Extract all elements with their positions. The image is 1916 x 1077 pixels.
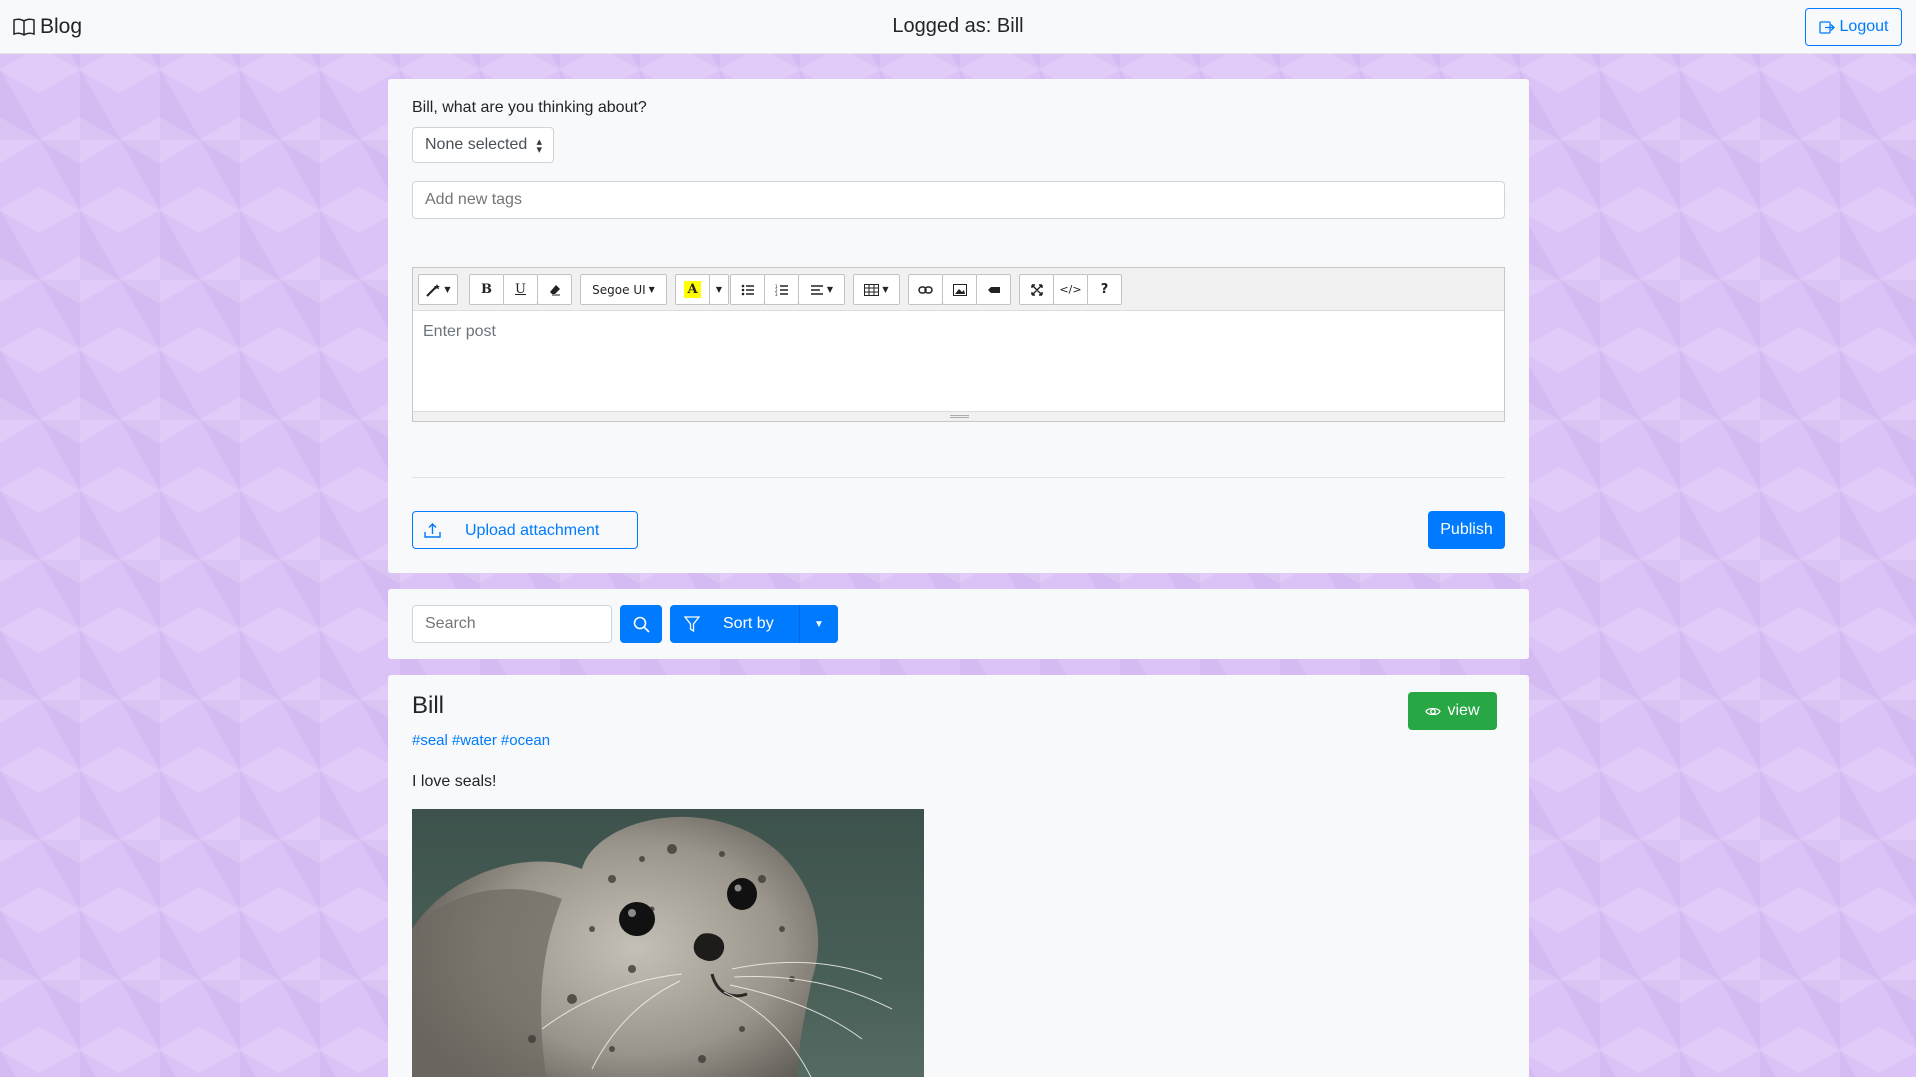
filter-icon [684, 616, 700, 632]
post-card: Bill view #seal #water #ocean I love seals… [388, 675, 1529, 1077]
post-image-seal [412, 809, 924, 1077]
search-icon [633, 616, 650, 633]
caret-down-icon: ▼ [814, 618, 824, 630]
svg-text:3: 3 [775, 292, 778, 296]
logout-icon [1818, 20, 1835, 34]
composer-prompt: Bill, what are you thinking about? [412, 99, 647, 116]
upload-attachment-button[interactable]: Upload attachment [412, 511, 638, 549]
editor-resize-handle[interactable] [413, 411, 1504, 421]
font-color-icon[interactable]: A [675, 274, 710, 305]
align-icon[interactable]: ▼ [798, 274, 845, 305]
numbered-list-icon[interactable]: 123 [764, 274, 799, 305]
editor-toolbar: ▼ B U Segoe UI ▼ A ▼ 123 ▼ ▼ </> ? [413, 268, 1504, 311]
sort-by-label: Sort by [723, 615, 774, 632]
bold-icon[interactable]: B [469, 274, 504, 305]
eye-icon [1425, 707, 1442, 715]
composer-divider [412, 477, 1505, 478]
eraser-icon[interactable] [537, 274, 572, 305]
sort-arrows-icon: ▴ ▾ [536, 136, 542, 156]
tag-link[interactable]: #seal [412, 732, 448, 749]
search-input[interactable] [412, 605, 612, 643]
font-name-label: Segoe UI [592, 282, 646, 297]
table-icon[interactable]: ▼ [853, 274, 900, 305]
help-icon[interactable]: ? [1087, 274, 1122, 305]
upload-label: Upload attachment [465, 522, 600, 539]
logout-label: Logout [1839, 18, 1889, 35]
fullscreen-icon[interactable] [1019, 274, 1054, 305]
post-tags: #seal #water #ocean [412, 732, 554, 749]
picture-icon[interactable] [942, 274, 977, 305]
tag-link[interactable]: #ocean [501, 732, 550, 749]
category-select[interactable]: None selected ▴ ▾ [412, 127, 554, 163]
search-button[interactable] [620, 605, 662, 643]
logout-button[interactable]: Logout [1805, 8, 1902, 46]
editor-placeholder: Enter post [423, 323, 496, 340]
video-icon[interactable] [976, 274, 1011, 305]
sort-by-button[interactable]: Sort by [670, 605, 799, 643]
tag-link[interactable]: #water [452, 732, 497, 749]
sort-dropdown-toggle[interactable]: ▼ [799, 605, 838, 643]
top-navbar: Blog Logged as: Bill Logout [0, 0, 1916, 54]
bullet-list-icon[interactable] [730, 274, 765, 305]
font-name-dropdown[interactable]: Segoe UI ▼ [580, 274, 667, 305]
underline-icon[interactable]: U [503, 274, 538, 305]
code-view-icon[interactable]: </> [1053, 274, 1088, 305]
link-icon[interactable] [908, 274, 943, 305]
search-bar-card: Sort by ▼ [388, 589, 1529, 659]
publish-button[interactable]: Publish [1428, 511, 1505, 549]
post-composer-card: Bill, what are you thinking about? None … [388, 79, 1529, 573]
color-dropdown-icon[interactable]: ▼ [709, 274, 729, 305]
view-post-button[interactable]: view [1408, 692, 1497, 730]
view-label: view [1447, 702, 1480, 719]
upload-icon [424, 523, 441, 538]
tags-input[interactable] [412, 181, 1505, 219]
magic-icon[interactable]: ▼ [418, 274, 458, 305]
category-select-value: None selected [425, 136, 528, 153]
post-author: Bill [412, 692, 445, 719]
rich-text-editor: ▼ B U Segoe UI ▼ A ▼ 123 ▼ ▼ </> ? Enter… [412, 267, 1505, 422]
post-text: I love seals! [412, 773, 497, 790]
resize-grip-icon [950, 415, 969, 418]
post-editor-area[interactable]: Enter post [413, 311, 1504, 411]
page-title: Logged as: Bill [892, 15, 1024, 37]
